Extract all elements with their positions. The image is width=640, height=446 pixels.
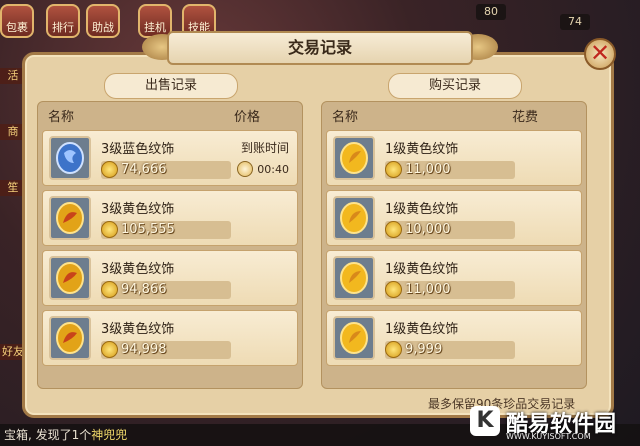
sell-col-name: 名称: [48, 110, 75, 125]
chat-text: 宝箱, 发现了1个: [4, 428, 92, 442]
dialog-title: 交易记录: [167, 31, 473, 65]
bag-button[interactable]: 包裹: [0, 4, 34, 38]
buy-col-cost: 花费: [511, 110, 538, 125]
sell-price-bar: 74,666: [101, 161, 231, 179]
arrival-countdown: 00:40: [257, 163, 289, 176]
buy-row[interactable]: 1级黄色纹饰 11,000: [326, 130, 582, 186]
sell-price: 94,998: [121, 342, 167, 357]
gold-ornament-icon: [49, 316, 91, 360]
buy-price: 11,000: [405, 282, 451, 297]
watermark-logo-icon: K: [470, 406, 500, 436]
buy-item-name: 1级黄色纹饰: [385, 202, 459, 217]
sell-price: 94,866: [121, 282, 167, 297]
trade-record-dialog: 出售记录 名称 价格 3级蓝色纹饰 74,666 到账时间 00:40 3级黄色…: [22, 52, 614, 418]
gold-ornament-icon: [333, 256, 375, 300]
sell-price-bar: 94,998: [101, 341, 231, 359]
buy-row[interactable]: 1级黄色纹饰 10,000: [326, 190, 582, 246]
sell-price-bar: 105,555: [101, 221, 231, 239]
buy-record-tab[interactable]: 购买记录: [388, 73, 522, 99]
buy-row[interactable]: 1级黄色纹饰 11,000: [326, 250, 582, 306]
gold-coin-icon: [385, 281, 402, 298]
gold-ornament-icon: [333, 136, 375, 180]
sell-col-price: 价格: [233, 110, 260, 125]
site-watermark: K 酷易软件园 WWW.KUYISOFT.COM: [470, 404, 640, 446]
buy-price-bar: 9,999: [385, 341, 515, 359]
buy-item-name: 1级黄色纹饰: [385, 142, 459, 157]
gold-coin-icon: [101, 221, 118, 238]
ranking-button[interactable]: 排行: [46, 4, 80, 38]
buy-price: 9,999: [405, 342, 443, 357]
sell-record-tab[interactable]: 出售记录: [104, 73, 238, 99]
gold-coin-icon: [101, 281, 118, 298]
sell-row[interactable]: 3级黄色纹饰 94,998: [42, 310, 298, 366]
blue-ornament-icon: [49, 136, 91, 180]
buy-item-name: 1级黄色纹饰: [385, 262, 459, 277]
gold-ornament-icon: [333, 196, 375, 240]
sell-record-list[interactable]: 名称 价格 3级蓝色纹饰 74,666 到账时间 00:40 3级黄色纹饰 10…: [37, 101, 303, 389]
counter-b: 74: [560, 14, 590, 30]
buy-price-bar: 11,000: [385, 161, 515, 179]
sell-item-name: 3级黄色纹饰: [101, 262, 175, 277]
sell-list-header: 名称 价格: [38, 102, 302, 126]
sell-price: 105,555: [121, 222, 175, 237]
assist-button[interactable]: 助战: [86, 4, 120, 38]
sell-item-name: 3级黄色纹饰: [101, 322, 175, 337]
sell-record-column: 出售记录 名称 价格 3级蓝色纹饰 74,666 到账时间 00:40 3级黄色…: [37, 73, 303, 389]
gold-ornament-icon: [49, 196, 91, 240]
sell-row[interactable]: 3级蓝色纹饰 74,666 到账时间 00:40: [42, 130, 298, 186]
gold-coin-icon: [385, 221, 402, 238]
chat-highlight[interactable]: 神兜兜: [91, 428, 127, 442]
counter-a: 80: [476, 4, 506, 20]
buy-item-name: 1级黄色纹饰: [385, 322, 459, 337]
gold-ornament-icon: [333, 316, 375, 360]
gold-coin-icon: [385, 341, 402, 358]
buy-record-column: 购买记录 名称 花费 1级黄色纹饰 11,000 1级黄色纹饰 10,000 1…: [321, 73, 587, 389]
sell-row[interactable]: 3级黄色纹饰 105,555: [42, 190, 298, 246]
sell-row[interactable]: 3级黄色纹饰 94,866: [42, 250, 298, 306]
gold-coin-icon: [101, 341, 118, 358]
sell-item-name: 3级蓝色纹饰: [101, 142, 175, 157]
gold-ornament-icon: [49, 256, 91, 300]
buy-price-bar: 10,000: [385, 221, 515, 239]
arrival-time-label: 到账时间: [240, 141, 289, 155]
sell-item-name: 3级黄色纹饰: [101, 202, 175, 217]
buy-price: 11,000: [405, 162, 451, 177]
buy-record-list[interactable]: 名称 花费 1级黄色纹饰 11,000 1级黄色纹饰 10,000 1级黄色纹饰…: [321, 101, 587, 389]
sell-price-bar: 94,866: [101, 281, 231, 299]
buy-col-name: 名称: [332, 110, 359, 125]
buy-row[interactable]: 1级黄色纹饰 9,999: [326, 310, 582, 366]
clock-icon: [237, 161, 253, 177]
sell-price: 74,666: [121, 162, 167, 177]
gold-coin-icon: [385, 161, 402, 178]
close-button[interactable]: ✕: [584, 38, 616, 70]
gold-coin-icon: [101, 161, 118, 178]
buy-price-bar: 11,000: [385, 281, 515, 299]
buy-list-header: 名称 花费: [322, 102, 586, 126]
buy-price: 10,000: [405, 222, 451, 237]
watermark-url: WWW.KUYISOFT.COM: [506, 432, 591, 441]
